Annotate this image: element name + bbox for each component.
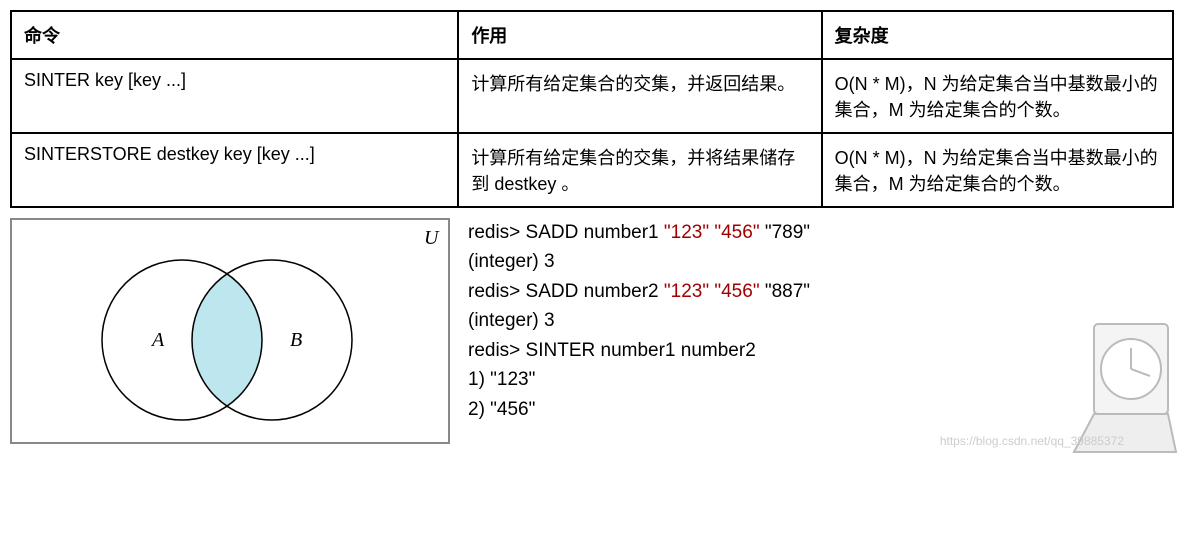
code-line: (integer) 3 — [468, 306, 810, 335]
cell-command: SINTER key [key ...] — [11, 59, 458, 133]
venn-diagram: A B U — [10, 218, 450, 444]
code-line: redis> SINTER number1 number2 — [468, 336, 810, 365]
code-line: 1) "123" — [468, 365, 810, 394]
code-text: redis> SADD number2 — [468, 281, 664, 302]
table-row: SINTER key [key ...] 计算所有给定集合的交集，并返回结果。 … — [11, 59, 1173, 133]
header-command: 命令 — [11, 11, 458, 59]
header-effect: 作用 — [458, 11, 821, 59]
svg-text:B: B — [290, 329, 302, 351]
svg-text:U: U — [424, 227, 440, 249]
header-complexity: 复杂度 — [822, 11, 1173, 59]
code-text: "887" — [760, 281, 810, 302]
code-text: "789" — [760, 222, 810, 243]
code-line: 2) "456" — [468, 395, 810, 424]
code-example: redis> SADD number1 "123" "456" "789" (i… — [468, 218, 810, 424]
code-highlight: "123" "456" — [664, 281, 760, 302]
cell-complexity: O(N * M)，N 为给定集合当中基数最小的集合，M 为给定集合的个数。 — [822, 59, 1173, 133]
code-line: (integer) 3 — [468, 247, 810, 276]
lower-section: A B U redis> SADD number1 "123" "456" "7… — [10, 218, 1174, 444]
code-highlight: "123" "456" — [664, 222, 760, 243]
commands-table: 命令 作用 复杂度 SINTER key [key ...] 计算所有给定集合的… — [10, 10, 1174, 208]
cell-effect: 计算所有给定集合的交集，并将结果储存到 destkey 。 — [458, 133, 821, 207]
cell-command: SINTERSTORE destkey key [key ...] — [11, 133, 458, 207]
cell-effect: 计算所有给定集合的交集，并返回结果。 — [458, 59, 821, 133]
code-text: redis> SADD number1 — [468, 222, 664, 243]
table-header-row: 命令 作用 复杂度 — [11, 11, 1173, 59]
venn-svg: A B U — [12, 220, 448, 442]
cell-complexity: O(N * M)，N 为给定集合当中基数最小的集合，M 为给定集合的个数。 — [822, 133, 1173, 207]
code-line: redis> SADD number2 "123" "456" "887" — [468, 277, 810, 306]
table-row: SINTERSTORE destkey key [key ...] 计算所有给定… — [11, 133, 1173, 207]
svg-text:A: A — [150, 329, 165, 351]
code-line: redis> SADD number1 "123" "456" "789" — [468, 218, 810, 247]
